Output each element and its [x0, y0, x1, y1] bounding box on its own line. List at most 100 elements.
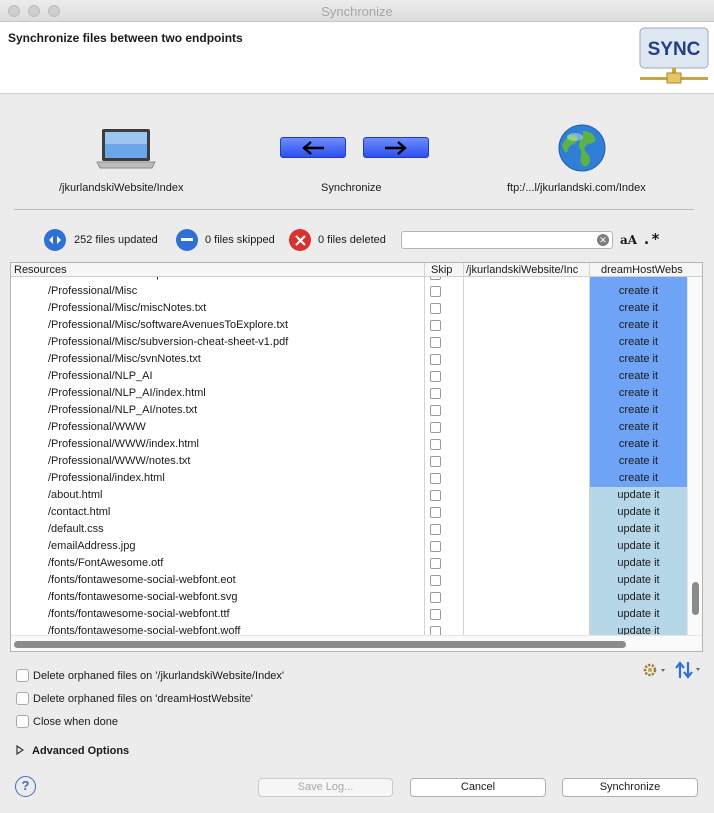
column-resources[interactable]: Resources — [14, 264, 422, 276]
sync-action-cell[interactable]: update it — [590, 572, 687, 589]
skip-checkbox[interactable] — [430, 609, 441, 620]
table-row[interactable]: /default.css update it — [11, 521, 702, 538]
save-log-button[interactable]: Save Log... — [258, 778, 393, 797]
dialog-title: Synchronize files between two endpoints — [8, 31, 243, 45]
sync-action-cell[interactable]: create it — [590, 283, 687, 300]
case-sensitive-toggle[interactable]: aA — [620, 233, 637, 247]
table-row[interactable]: /fonts/fontawesome-social-webfont.woff up… — [11, 623, 702, 635]
sync-table: Resources Skip /jkurlandskiWebsite/Inc d… — [10, 262, 703, 652]
table-row[interactable]: /about.html update it — [11, 487, 702, 504]
column-source[interactable]: /jkurlandskiWebsite/Inc — [466, 264, 588, 276]
table-row[interactable]: /contact.html update it — [11, 504, 702, 521]
sync-action-cell[interactable]: create it — [590, 436, 687, 453]
sync-action-cell[interactable]: create it — [590, 402, 687, 419]
regex-toggle[interactable]: .* — [642, 230, 660, 248]
table-row[interactable]: /fonts/FontAwesome.otf update it — [11, 555, 702, 572]
sync-action-cell[interactable]: create it — [590, 453, 687, 470]
skip-checkbox[interactable] — [430, 286, 441, 297]
delete-orphaned-target-checkbox[interactable] — [16, 692, 29, 705]
vertical-scroll-thumb[interactable] — [692, 582, 699, 615]
sync-action-cell[interactable]: create it — [590, 385, 687, 402]
synchronize-button[interactable]: Synchronize — [562, 778, 698, 797]
skip-checkbox[interactable] — [430, 524, 441, 535]
skip-checkbox[interactable] — [430, 507, 441, 518]
table-row[interactable]: /Professional/Misc/subversion-cheat-shee… — [11, 334, 702, 351]
sync-action-cell[interactable]: update it — [590, 555, 687, 572]
close-when-done-checkbox[interactable] — [16, 715, 29, 728]
skip-checkbox[interactable] — [430, 371, 441, 382]
help-button[interactable]: ? — [15, 776, 36, 797]
resource-path: /Professional/WWW — [48, 421, 146, 433]
window-title: Synchronize — [321, 4, 393, 19]
sync-action-cell[interactable]: update it — [590, 623, 687, 635]
sync-action-cell[interactable]: create it — [590, 317, 687, 334]
column-target[interactable]: dreamHostWebs — [601, 264, 687, 276]
table-row[interactable]: /Professional/Misc create it — [11, 283, 702, 300]
sync-action-cell[interactable]: create it — [590, 334, 687, 351]
table-row[interactable]: /Professional/Misc/miscNotes.txt create i… — [11, 300, 702, 317]
resource-path: /emailAddress.jpg — [48, 540, 136, 552]
table-row[interactable]: /Professional/Misc/softwareAvenuesToExpl… — [11, 317, 702, 334]
skip-checkbox[interactable] — [430, 388, 441, 399]
skip-checkbox[interactable] — [430, 320, 441, 331]
sync-action-cell[interactable]: update it — [590, 538, 687, 555]
settings-gear-icon[interactable] — [642, 661, 668, 679]
filter-input[interactable]: ✕ — [401, 231, 613, 249]
skip-checkbox[interactable] — [430, 592, 441, 603]
table-row[interactable]: /fonts/fontawesome-social-webfont.ttf upd… — [11, 606, 702, 623]
sync-action-cell[interactable]: update it — [590, 487, 687, 504]
skip-checkbox[interactable] — [430, 626, 441, 635]
table-row[interactable]: /fonts/fontawesome-social-webfont.svg upd… — [11, 589, 702, 606]
delete-orphaned-source-checkbox[interactable] — [16, 669, 29, 682]
skip-checkbox[interactable] — [430, 490, 441, 501]
sync-action-cell[interactable]: create it — [590, 419, 687, 436]
resource-path: /contact.html — [48, 506, 111, 518]
skip-checkbox[interactable] — [430, 456, 441, 467]
sync-action-cell[interactable]: update it — [590, 521, 687, 538]
skip-checkbox[interactable] — [430, 422, 441, 433]
arrow-right-icon — [385, 140, 407, 155]
sync-action-cell[interactable]: update it — [590, 504, 687, 521]
skip-checkbox[interactable] — [430, 303, 441, 314]
sync-action-cell[interactable]: create it — [590, 470, 687, 487]
skip-checkbox[interactable] — [430, 337, 441, 348]
skip-checkbox[interactable] — [430, 541, 441, 552]
table-row[interactable]: /Professional/NLP_AI/notes.txt create it — [11, 402, 702, 419]
sync-to-source-button[interactable] — [280, 137, 346, 158]
sync-action-cell[interactable]: update it — [590, 589, 687, 606]
column-skip[interactable]: Skip — [431, 264, 463, 276]
horizontal-scroll-thumb[interactable] — [14, 641, 626, 648]
table-row[interactable]: /Professional/Misc/svnNotes.txt create it — [11, 351, 702, 368]
sync-action-cell[interactable]: update it — [590, 606, 687, 623]
skip-checkbox[interactable] — [430, 277, 441, 280]
table-row[interactable]: /Professional/WWW/index.html create it — [11, 436, 702, 453]
table-row[interactable]: /Professional/NLP_AI/index.html create it — [11, 385, 702, 402]
skip-checkbox[interactable] — [430, 354, 441, 365]
skip-checkbox[interactable] — [430, 558, 441, 569]
sync-to-target-button[interactable] — [363, 137, 429, 158]
sort-direction-icon[interactable] — [675, 660, 703, 680]
horizontal-scrollbar[interactable] — [11, 635, 702, 651]
delete-orphaned-target-label: Delete orphaned files on 'dreamHostWebsi… — [33, 693, 253, 705]
skip-checkbox[interactable] — [430, 405, 441, 416]
cancel-button[interactable]: Cancel — [410, 778, 546, 797]
advanced-options-toggle[interactable]: Advanced Options — [32, 745, 129, 757]
skip-checkbox[interactable] — [430, 439, 441, 450]
vertical-scrollbar[interactable] — [687, 277, 702, 635]
disclosure-triangle-icon[interactable] — [16, 745, 24, 755]
skip-checkbox[interactable] — [430, 473, 441, 484]
sync-action-cell[interactable]: create it — [590, 300, 687, 317]
table-header: Resources Skip /jkurlandskiWebsite/Inc d… — [11, 263, 702, 277]
skip-checkbox[interactable] — [430, 575, 441, 586]
table-row[interactable]: /Professional/index.html create it — [11, 470, 702, 487]
clear-filter-icon[interactable]: ✕ — [597, 234, 609, 246]
table-row[interactable]: /Professional/WWW/notes.txt create it — [11, 453, 702, 470]
files-updated-count: 252 files updated — [74, 234, 158, 246]
sync-action-cell[interactable]: create it — [590, 368, 687, 385]
sync-logo-text: SYNC — [648, 39, 701, 60]
table-row[interactable]: /emailAddress.jpg update it — [11, 538, 702, 555]
sync-action-cell[interactable]: create it — [590, 351, 687, 368]
table-row[interactable]: /Professional/NLP_AI create it — [11, 368, 702, 385]
table-row[interactable]: /Professional/WWW create it — [11, 419, 702, 436]
table-row[interactable]: /fonts/fontawesome-social-webfont.eot upd… — [11, 572, 702, 589]
